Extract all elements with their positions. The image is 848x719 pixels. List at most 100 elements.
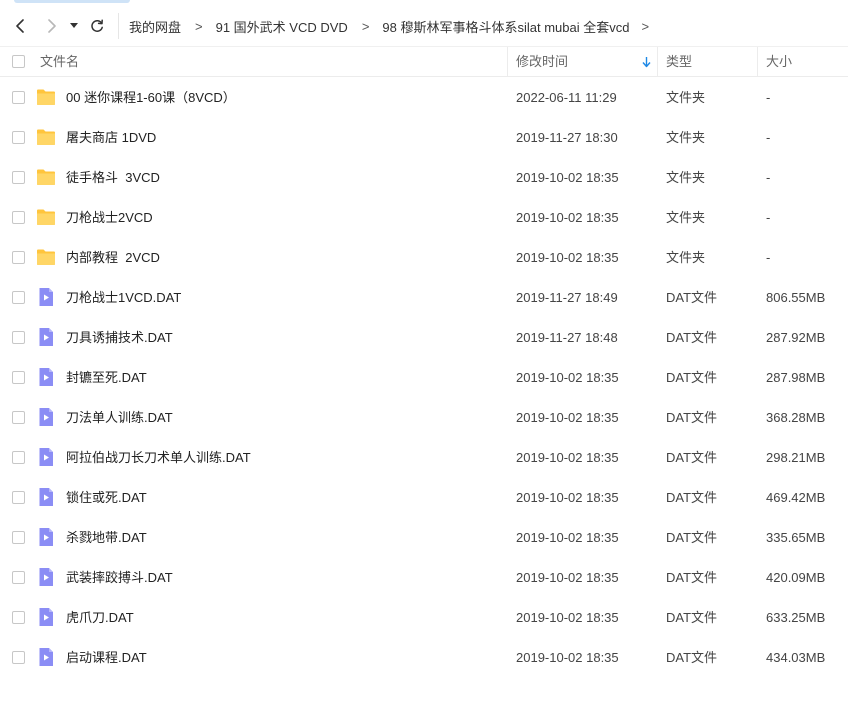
file-size: 287.92MB — [766, 330, 826, 345]
file-size: 298.21MB — [766, 450, 826, 465]
file-size: 469.42MB — [766, 490, 826, 505]
file-size: 633.25MB — [766, 610, 826, 625]
file-type: DAT文件 — [666, 370, 718, 385]
file-modified: 2019-10-02 18:35 — [516, 530, 619, 545]
file-name[interactable]: 刀枪战士2VCD — [66, 198, 153, 238]
breadcrumb-item-parent[interactable]: 91 国外武术 VCD DVD — [216, 17, 348, 36]
video-file-icon — [39, 328, 53, 346]
video-file-icon — [39, 488, 53, 506]
file-modified: 2019-10-02 18:35 — [516, 370, 619, 385]
file-name[interactable]: 内部教程 2VCD — [66, 238, 160, 278]
row-checkbox[interactable] — [12, 531, 25, 544]
table-row[interactable]: 武装摔跤搏斗.DAT 2019-10-02 18:35 DAT文件 420.09MB — [0, 558, 848, 598]
video-file-icon — [39, 528, 53, 546]
file-name[interactable]: 屠夫商店 1DVD — [66, 118, 156, 158]
file-name[interactable]: 00 迷你课程1-60课（8VCD） — [66, 78, 236, 118]
row-checkbox[interactable] — [12, 331, 25, 344]
file-modified: 2019-10-02 18:35 — [516, 210, 619, 225]
table-row[interactable]: 刀具诱捕技术.DAT 2019-11-27 18:48 DAT文件 287.92MB — [0, 318, 848, 358]
table-row[interactable]: 封镳至死.DAT 2019-10-02 18:35 DAT文件 287.98MB — [0, 358, 848, 398]
row-checkbox[interactable] — [12, 411, 25, 424]
file-type: DAT文件 — [666, 410, 718, 425]
breadcrumb-separator: > — [361, 18, 370, 34]
file-modified: 2019-10-02 18:35 — [516, 650, 619, 665]
file-name[interactable]: 锁住或死.DAT — [66, 478, 147, 518]
table-row[interactable]: 内部教程 2VCD 2019-10-02 18:35 文件夹 - — [0, 238, 848, 278]
table-row[interactable]: 启动课程.DAT 2019-10-02 18:35 DAT文件 434.03MB — [0, 638, 848, 678]
table-row[interactable]: 徒手格斗 3VCD 2019-10-02 18:35 文件夹 - — [0, 158, 848, 198]
table-row[interactable]: 屠夫商店 1DVD 2019-11-27 18:30 文件夹 - — [0, 118, 848, 158]
file-name[interactable]: 武装摔跤搏斗.DAT — [66, 558, 173, 598]
file-type: DAT文件 — [666, 450, 718, 465]
refresh-button[interactable] — [84, 13, 110, 39]
row-checkbox[interactable] — [12, 651, 25, 664]
file-size: - — [766, 170, 771, 185]
file-modified: 2019-11-27 18:30 — [516, 130, 618, 145]
file-name[interactable]: 徒手格斗 3VCD — [66, 158, 160, 198]
file-list-header: 文件名 修改时间 类型 大小 — [0, 46, 848, 77]
row-checkbox[interactable] — [12, 571, 25, 584]
breadcrumb-separator: > — [195, 18, 203, 34]
breadcrumb-item-current[interactable]: 98 穆斯林军事格斗体系silat mubai 全套vcd — [382, 17, 629, 36]
table-row[interactable]: 阿拉伯战刀长刀术单人训练.DAT 2019-10-02 18:35 DAT文件 298… — [0, 438, 848, 478]
row-checkbox[interactable] — [12, 291, 25, 304]
row-checkbox[interactable] — [12, 211, 25, 224]
folder-icon — [37, 169, 55, 185]
column-header-type[interactable]: 类型 — [666, 47, 692, 77]
folder-icon — [37, 249, 55, 265]
row-checkbox[interactable] — [12, 251, 25, 264]
video-file-icon — [39, 368, 53, 386]
column-divider[interactable] — [507, 47, 508, 77]
forward-button[interactable] — [38, 13, 64, 39]
back-button[interactable] — [8, 13, 34, 39]
file-name[interactable]: 启动课程.DAT — [66, 638, 147, 678]
file-type: DAT文件 — [666, 570, 718, 585]
table-row[interactable]: 锁住或死.DAT 2019-10-02 18:35 DAT文件 469.42MB — [0, 478, 848, 518]
file-name[interactable]: 刀法单人训练.DAT — [66, 398, 173, 438]
file-type: 文件夹 — [666, 90, 706, 105]
file-modified: 2019-10-02 18:35 — [516, 170, 619, 185]
row-checkbox[interactable] — [12, 131, 25, 144]
file-name[interactable]: 刀具诱捕技术.DAT — [66, 318, 173, 358]
file-type: 文件夹 — [666, 130, 706, 145]
file-list: 00 迷你课程1-60课（8VCD） 2022-06-11 11:29 文件夹 - 屠夫… — [0, 78, 848, 678]
file-name[interactable]: 杀戮地带.DAT — [66, 518, 147, 558]
file-size: 368.28MB — [766, 410, 826, 425]
table-row[interactable]: 虎爪刀.DAT 2019-10-02 18:35 DAT文件 633.25MB — [0, 598, 848, 638]
arrow-down-icon[interactable] — [642, 56, 651, 68]
file-modified: 2022-06-11 11:29 — [516, 90, 617, 105]
table-row[interactable]: 杀戮地带.DAT 2019-10-02 18:35 DAT文件 335.65MB — [0, 518, 848, 558]
select-all-checkbox[interactable] — [12, 55, 25, 68]
file-name[interactable]: 虎爪刀.DAT — [66, 598, 134, 638]
breadcrumb-item-root[interactable]: 我的网盘 — [129, 17, 181, 36]
column-divider[interactable] — [657, 47, 658, 77]
row-checkbox[interactable] — [12, 171, 25, 184]
column-header-name[interactable]: 文件名 — [40, 47, 79, 77]
breadcrumb-more-separator[interactable]: > — [641, 19, 649, 34]
table-row[interactable]: 00 迷你课程1-60课（8VCD） 2022-06-11 11:29 文件夹 - — [0, 78, 848, 118]
file-name[interactable]: 封镳至死.DAT — [66, 358, 147, 398]
file-type: DAT文件 — [666, 530, 718, 545]
caret-down-icon — [70, 23, 78, 28]
column-divider[interactable] — [757, 47, 758, 77]
table-row[interactable]: 刀枪战士2VCD 2019-10-02 18:35 文件夹 - — [0, 198, 848, 238]
column-header-size[interactable]: 大小 — [766, 47, 792, 77]
file-name[interactable]: 刀枪战士1VCD.DAT — [66, 278, 181, 318]
table-row[interactable]: 刀法单人训练.DAT 2019-10-02 18:35 DAT文件 368.28MB — [0, 398, 848, 438]
file-size: - — [766, 250, 771, 265]
folder-icon — [37, 129, 55, 145]
row-checkbox[interactable] — [12, 451, 25, 464]
video-file-icon — [39, 448, 53, 466]
table-row[interactable]: 刀枪战士1VCD.DAT 2019-11-27 18:49 DAT文件 806.55M… — [0, 278, 848, 318]
row-checkbox[interactable] — [12, 91, 25, 104]
row-checkbox[interactable] — [12, 371, 25, 384]
video-file-icon — [39, 288, 53, 306]
file-name[interactable]: 阿拉伯战刀长刀术单人训练.DAT — [66, 438, 251, 478]
row-checkbox[interactable] — [12, 611, 25, 624]
column-header-modified[interactable]: 修改时间 — [516, 47, 568, 77]
folder-icon — [37, 209, 55, 225]
file-modified: 2019-10-02 18:35 — [516, 570, 619, 585]
file-modified: 2019-11-27 18:49 — [516, 290, 618, 305]
history-dropdown-button[interactable] — [66, 13, 82, 39]
row-checkbox[interactable] — [12, 491, 25, 504]
